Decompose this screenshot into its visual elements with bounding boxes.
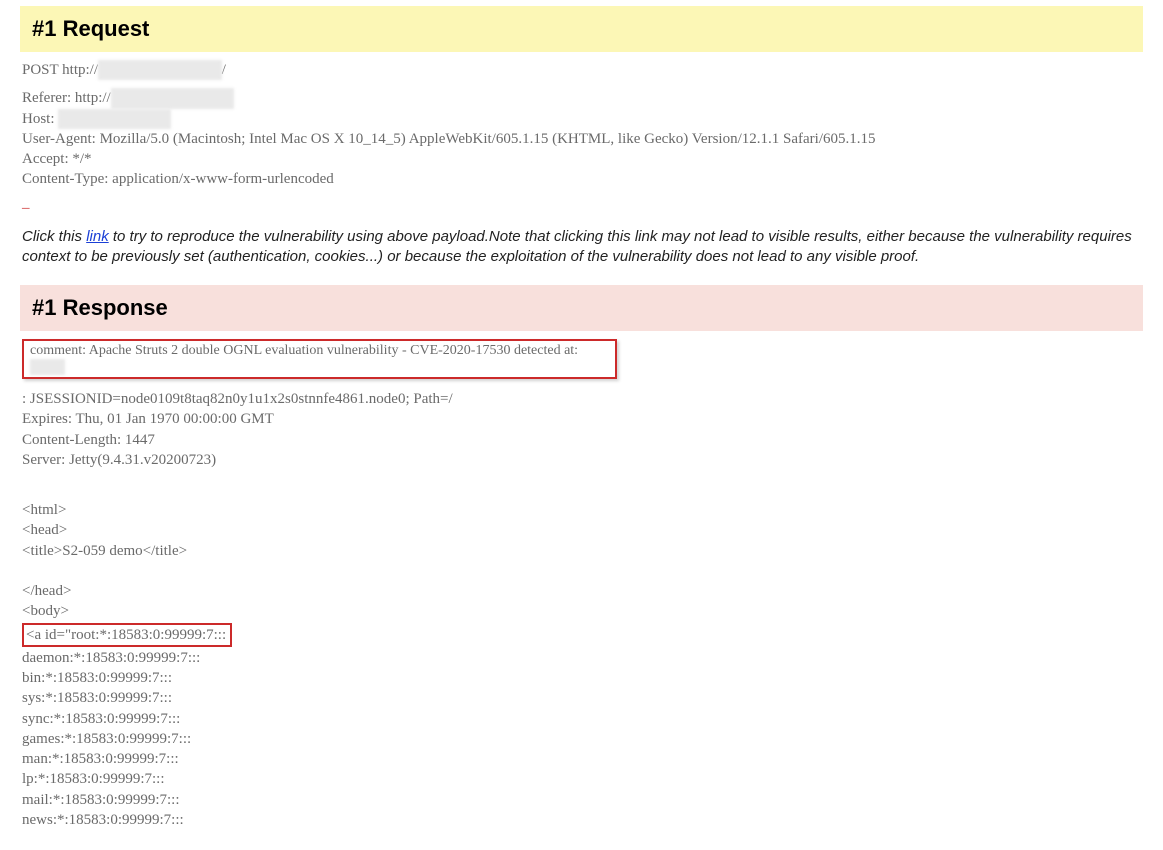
request-title: #1 Request xyxy=(32,16,149,41)
redacted-url: xxxx x xxxxx xxxxx xyxy=(98,60,222,80)
server-line: Server: Jetty(9.4.31.v20200723) xyxy=(22,450,1143,470)
response-headers-block: : JSESSIONID=node0109t8taq82n0y1u1x2s0st… xyxy=(22,389,1143,470)
body-line: daemon:*:18583:0:99999:7::: xyxy=(22,648,1143,668)
redacted-detected-at: xxxxx xyxy=(30,359,65,375)
request-method-prefix: POST http:// xyxy=(22,62,98,78)
content-type-line: Content-Type: application/x-www-form-url… xyxy=(22,169,1143,189)
note-prefix: Click this xyxy=(22,228,86,245)
accept-line: Accept: */* xyxy=(22,149,1143,169)
redacted-host: xxxx xxx xxxxxxx xyxy=(58,109,171,129)
body-line: <head> xyxy=(22,520,1143,540)
body-highlight-line: <a id="root:*:18583:0:99999:7::: xyxy=(22,622,1143,648)
vulnerability-comment-box: comment: Apache Struts 2 double OGNL eva… xyxy=(22,339,617,379)
body-line: <body> xyxy=(22,601,1143,621)
response-body-block: <html> <head> <title>S2-059 demo</title>… xyxy=(22,500,1143,830)
body-line: </head> xyxy=(22,581,1143,601)
dash-separator: – xyxy=(22,200,1143,217)
expires-line: Expires: Thu, 01 Jan 1970 00:00:00 GMT xyxy=(22,409,1143,429)
body-line: mail:*:18583:0:99999:7::: xyxy=(22,790,1143,810)
body-line: sys:*:18583:0:99999:7::: xyxy=(22,688,1143,708)
host-prefix: Host: xyxy=(22,111,58,127)
body-line: <title>S2-059 demo</title> xyxy=(22,541,1143,561)
response-header: #1 Response xyxy=(20,285,1143,331)
note-suffix: to try to reproduce the vulnerability us… xyxy=(22,228,1132,265)
host-line: Host: xxxx xxx xxxxxxx xyxy=(22,109,1143,129)
body-line: man:*:18583:0:99999:7::: xyxy=(22,749,1143,769)
body-line: games:*:18583:0:99999:7::: xyxy=(22,729,1143,749)
response-title: #1 Response xyxy=(32,295,168,320)
highlighted-shadow-entry: <a id="root:*:18583:0:99999:7::: xyxy=(22,623,232,647)
body-line: lp:*:18583:0:99999:7::: xyxy=(22,769,1143,789)
referer-line: Referer: http://xxx xxxxx xx xxxxx xyxy=(22,88,1143,108)
request-line-block: POST http://xxxx x xxxxx xxxxx/ xyxy=(22,60,1143,80)
user-agent-line: User-Agent: Mozilla/5.0 (Macintosh; Inte… xyxy=(22,129,1143,149)
body-line: news:*:18583:0:99999:7::: xyxy=(22,810,1143,830)
redacted-referer: xxx xxxxx xx xxxxx xyxy=(111,88,235,108)
jsessionid-line: : JSESSIONID=node0109t8taq82n0y1u1x2s0st… xyxy=(22,389,1143,409)
body-line: <html> xyxy=(22,500,1143,520)
request-method-suffix: / xyxy=(222,62,226,78)
request-method-line: POST http://xxxx x xxxxx xxxxx/ xyxy=(22,60,1143,80)
referer-prefix: Referer: http:// xyxy=(22,90,111,106)
body-line: sync:*:18583:0:99999:7::: xyxy=(22,709,1143,729)
reproduce-link[interactable]: link xyxy=(86,228,109,245)
request-header: #1 Request xyxy=(20,6,1143,52)
comment-prefix: comment: Apache Struts 2 double OGNL eva… xyxy=(30,343,578,358)
request-headers-block: Referer: http://xxx xxxxx xx xxxxx Host:… xyxy=(22,88,1143,189)
reproduce-note: Click this link to try to reproduce the … xyxy=(22,227,1143,268)
body-line: bin:*:18583:0:99999:7::: xyxy=(22,668,1143,688)
content-length-line: Content-Length: 1447 xyxy=(22,430,1143,450)
